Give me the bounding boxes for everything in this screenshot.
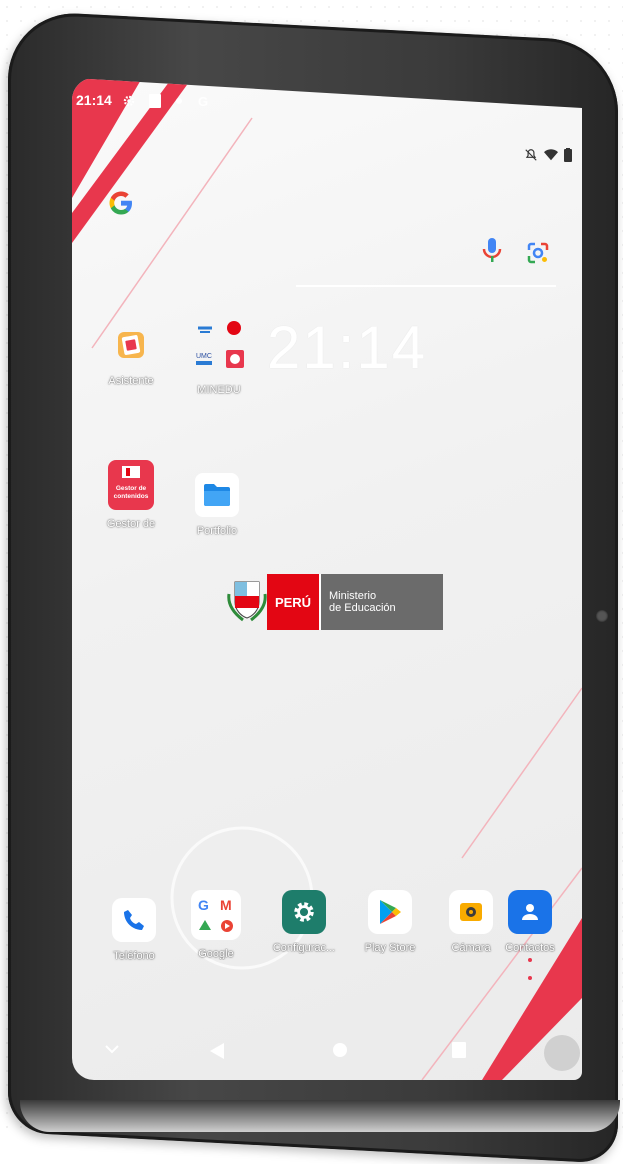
app-label: Gestor de <box>106 518 156 530</box>
back-icon[interactable] <box>208 1042 226 1065</box>
chevron-down-icon[interactable] <box>104 1042 120 1061</box>
status-right-icons <box>524 148 572 165</box>
front-camera <box>596 610 608 622</box>
app-label: Portfolio <box>196 525 238 537</box>
status-time: 21:14 <box>76 92 112 108</box>
app-label: MINEDU <box>197 384 241 396</box>
camera-icon <box>449 890 493 934</box>
dock-configuracion[interactable]: Configurac... <box>268 890 340 954</box>
settings-gear-icon <box>282 890 326 934</box>
svg-text:M: M <box>220 897 232 913</box>
google-g-icon: G <box>197 93 209 109</box>
sim-card-icon <box>148 94 162 108</box>
ministerio-line2: de Educación <box>329 602 396 614</box>
dock-google-folder[interactable]: G M Google <box>180 890 252 960</box>
google-search-bar[interactable] <box>96 178 556 288</box>
peru-crest-icon <box>227 574 267 624</box>
play-store-icon <box>368 890 412 934</box>
app-gestor-de-contenidos[interactable]: Gestor de contenidos Gestor de <box>96 460 166 530</box>
battery-icon <box>564 148 572 165</box>
navigation-bar <box>72 1028 582 1078</box>
app-minedu-folder[interactable]: UMC MINEDU <box>184 318 254 396</box>
svg-text:UMC: UMC <box>196 353 212 360</box>
dot-icon <box>172 94 186 108</box>
google-logo <box>106 188 136 226</box>
dock-label: Play Store <box>364 942 416 954</box>
dock-label: Teléfono <box>113 950 155 962</box>
microphone-icon[interactable] <box>482 238 502 264</box>
recents-icon[interactable] <box>452 1042 466 1063</box>
dock-label: Contactos <box>505 942 555 954</box>
gestor-de-contenidos-icon: Gestor de contenidos <box>108 460 154 510</box>
peru-label: PERÚ <box>267 574 321 630</box>
svg-text:G: G <box>198 897 209 913</box>
settings-icon <box>122 94 136 108</box>
wifi-icon <box>544 148 558 165</box>
app-asistente[interactable]: Asistente <box>96 323 166 387</box>
ministerio-label: Ministerio de Educación <box>321 574 443 630</box>
dock-telefono[interactable]: Teléfono <box>98 898 170 962</box>
dock-contactos[interactable]: Contactos <box>494 890 566 980</box>
tablet-bottom-edge <box>20 1100 620 1132</box>
minedu-logo-widget: PERÚ Ministerio de Educación <box>227 574 447 630</box>
mute-icon <box>524 148 538 165</box>
assistant-icon <box>109 323 153 367</box>
google-lens-icon[interactable] <box>527 242 549 264</box>
page-indicator-dot <box>528 976 532 980</box>
ministerio-line1: Ministerio <box>329 590 377 602</box>
notification-dot <box>528 958 532 962</box>
app-label: Asistente <box>108 375 154 387</box>
minedu-folder-icon: UMC <box>190 318 248 376</box>
tablet-screen: 21:14 G 21:14 Asistente UMC MINEDU Gesto… <box>72 78 582 1080</box>
dock-label: Google <box>198 948 234 960</box>
home-icon[interactable] <box>332 1042 348 1063</box>
phone-icon <box>112 898 156 942</box>
google-folder-icon: G M <box>191 890 241 940</box>
clock-widget[interactable]: 21:14 <box>267 313 427 382</box>
dock-play-store[interactable]: Play Store <box>354 890 426 954</box>
app-portfolio[interactable]: Portfolio <box>182 473 252 537</box>
svg-text:contenidos: contenidos <box>114 493 149 500</box>
folder-icon <box>195 473 239 517</box>
svg-text:Gestor de: Gestor de <box>116 485 147 492</box>
contacts-icon <box>508 890 552 934</box>
dock-label: Configurac... <box>272 942 336 954</box>
